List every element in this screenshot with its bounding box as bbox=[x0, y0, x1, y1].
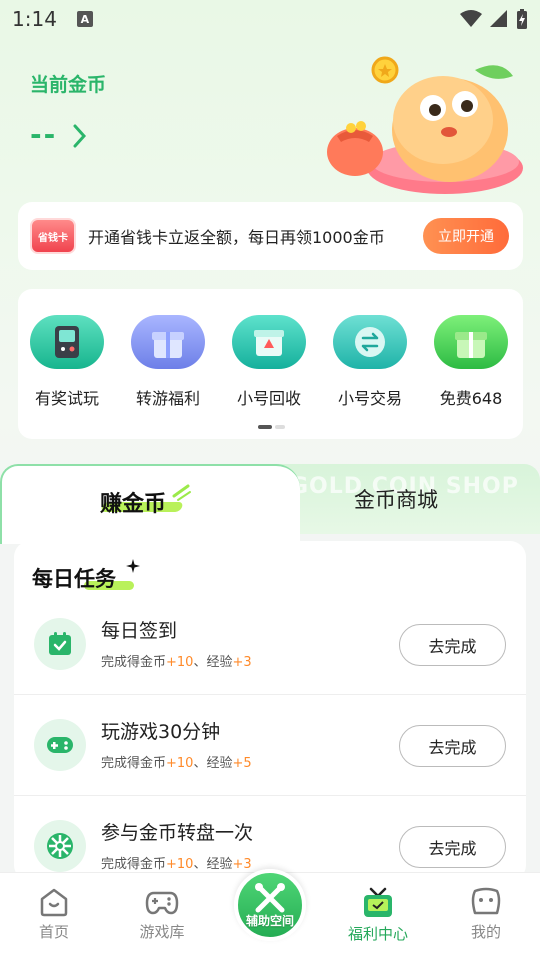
tab-earn-coins[interactable]: 赚金币 bbox=[0, 464, 300, 544]
status-bar: 1:14 A bbox=[0, 0, 540, 38]
quick-action-label: 有奖试玩 bbox=[34, 389, 99, 408]
status-time: 1:14 bbox=[12, 7, 57, 31]
tab-bar: GOLD COIN SHOP 金币商城 赚金币 bbox=[0, 464, 540, 544]
go-complete-button[interactable]: 去完成 bbox=[399, 624, 506, 666]
task-row: 玩游戏30分钟 完成得金币+10、经验+5 去完成 bbox=[14, 695, 526, 796]
task-name: 参与金币转盘一次 bbox=[101, 822, 254, 844]
task-reward: 完成得金币+10、经验+5 bbox=[101, 756, 252, 771]
nav-home[interactable]: 首页 bbox=[14, 887, 94, 942]
quick-actions-panel: 有奖试玩 转游福利 小号回收 小号交易 免费648 bbox=[18, 289, 523, 439]
go-complete-button[interactable]: 去完成 bbox=[399, 725, 506, 767]
task-reward: 完成得金币+10、经验+3 bbox=[101, 655, 252, 670]
nav-label: 辅助空间 bbox=[245, 913, 294, 928]
nav-game-library[interactable]: 游戏库 bbox=[122, 887, 202, 942]
promo-text: 开通省钱卡立返全额，每日再领1000金币 bbox=[88, 228, 385, 247]
exchange-coin-icon bbox=[333, 315, 407, 369]
current-coins-title: 当前金币 bbox=[30, 74, 107, 96]
quick-action-account-recycle[interactable]: 小号回收 bbox=[224, 315, 314, 409]
nav-label: 游戏库 bbox=[139, 923, 185, 941]
handheld-console-icon bbox=[30, 315, 104, 369]
quick-action-label: 小号交易 bbox=[337, 389, 402, 408]
signal-icon bbox=[490, 10, 507, 27]
quick-action-label: 免费648 bbox=[439, 389, 503, 408]
nav-welfare-center[interactable]: 福利中心 bbox=[338, 887, 418, 944]
gamepad-icon bbox=[34, 719, 86, 771]
mascot-illustration bbox=[327, 56, 523, 194]
home-icon bbox=[40, 888, 68, 917]
sparkle-icon bbox=[126, 559, 140, 573]
spin-wheel-icon bbox=[34, 820, 86, 872]
battery-icon bbox=[517, 9, 527, 29]
nav-profile[interactable]: 我的 bbox=[446, 887, 526, 942]
gift-tv-icon bbox=[364, 887, 392, 917]
task-name: 每日签到 bbox=[101, 620, 178, 642]
page-indicator bbox=[258, 425, 285, 429]
sparkle-icon bbox=[172, 484, 191, 501]
tab-earn-coins-label[interactable]: 赚金币 bbox=[100, 486, 166, 518]
quick-action-free-648[interactable]: 免费648 bbox=[426, 315, 516, 409]
recycle-box-icon bbox=[232, 315, 306, 369]
gamepad-outline-icon bbox=[145, 891, 179, 915]
nav-label: 福利中心 bbox=[347, 925, 408, 943]
nav-label: 首页 bbox=[38, 923, 69, 941]
gift-box-icon bbox=[131, 315, 205, 369]
go-complete-button[interactable]: 去完成 bbox=[399, 826, 506, 868]
quick-action-label: 小号回收 bbox=[236, 389, 301, 408]
bottom-navigation: 首页 游戏库 辅助空间 福利中心 我的 bbox=[0, 869, 540, 960]
daily-tasks-card: 每日任务 每日签到 完成得金币+10、经验+3 去完成 玩游戏30分钟 完成得金… bbox=[14, 541, 526, 881]
nav-label: 我的 bbox=[470, 923, 501, 941]
quick-action-trial-play[interactable]: 有奖试玩 bbox=[22, 315, 112, 409]
tools-icon bbox=[255, 882, 285, 912]
current-coins-value[interactable]: -- bbox=[30, 118, 57, 151]
green-gift-icon bbox=[434, 315, 508, 369]
quick-action-transfer-welfare[interactable]: 转游福利 bbox=[123, 315, 213, 409]
savings-card-badge: 省钱卡 bbox=[30, 218, 76, 254]
savings-card-promo[interactable]: 省钱卡 开通省钱卡立返全额，每日再领1000金币 立即开通 bbox=[18, 202, 523, 270]
daily-tasks-title: 每日任务 bbox=[32, 567, 116, 591]
task-reward: 完成得金币+10、经验+3 bbox=[101, 857, 252, 872]
wifi-icon bbox=[460, 10, 482, 27]
profile-face-icon bbox=[471, 887, 501, 915]
nav-assist-space[interactable]: 辅助空间 bbox=[234, 869, 306, 941]
quick-action-label: 转游福利 bbox=[135, 389, 200, 408]
notification-a-icon: A bbox=[76, 11, 93, 27]
chevron-right-icon[interactable] bbox=[72, 124, 88, 148]
quick-action-account-trade[interactable]: 小号交易 bbox=[325, 315, 415, 409]
task-name: 玩游戏30分钟 bbox=[101, 721, 221, 743]
tab-coin-shop-label[interactable]: 金币商城 bbox=[354, 484, 438, 514]
open-now-button[interactable]: 立即开通 bbox=[423, 218, 509, 254]
calendar-check-icon bbox=[34, 618, 86, 670]
task-row: 每日签到 完成得金币+10、经验+3 去完成 bbox=[14, 594, 526, 695]
